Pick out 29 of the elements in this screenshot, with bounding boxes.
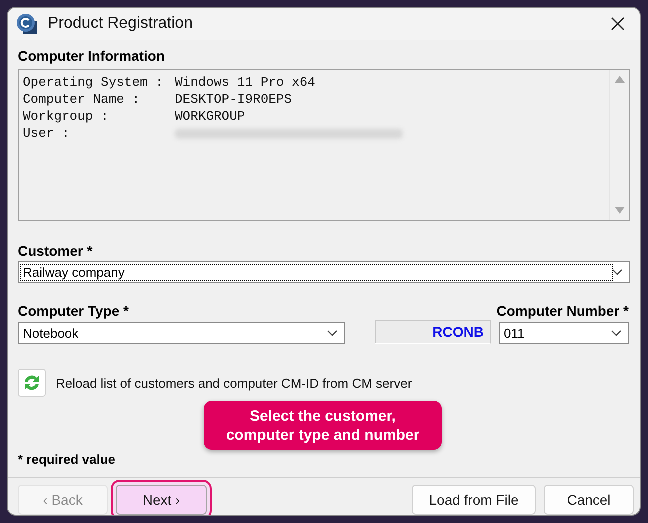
section-label: Computer Information [18, 48, 166, 64]
app-logo-icon [16, 13, 38, 35]
computer-type-dropdown[interactable]: Notebook [18, 322, 345, 344]
info-value: Windows 11 Pro x64 [175, 74, 316, 91]
field-label: Customer * [18, 243, 94, 259]
refresh-button[interactable] [18, 369, 46, 397]
refresh-icon [22, 373, 42, 393]
info-label: Workgroup : [23, 108, 110, 125]
info-label: Computer Name : [23, 91, 142, 108]
chevron-down-icon [612, 268, 623, 276]
info-value: DESKTOP-I9R0EPS [175, 91, 294, 108]
field-label: Computer Number * [496, 303, 629, 319]
reload-text: Reload list of customers and computer CM-ID from CM server [56, 376, 412, 390]
info-label: User : [23, 125, 71, 142]
scroll-down-icon[interactable] [614, 207, 624, 214]
chevron-down-icon [327, 330, 338, 336]
computer-number-dropdown[interactable]: 011 [499, 322, 629, 344]
load-from-file-button[interactable]: Load from File [412, 485, 536, 515]
customer-dropdown[interactable]: Railway company [18, 261, 630, 283]
info-label: Operating System : [23, 74, 164, 91]
required-note: * required value [18, 452, 116, 469]
info-value: WORKGROUP [175, 108, 246, 125]
window-title: Product Registration [48, 15, 194, 33]
prefix-field: RCONB [375, 320, 491, 344]
field-label: Computer Type * [18, 303, 130, 319]
chevron-down-icon [611, 330, 622, 336]
cancel-button[interactable]: Cancel [544, 485, 634, 515]
scroll-up-icon[interactable] [614, 76, 624, 83]
callout: Select the customer, computer type and number [204, 401, 442, 450]
